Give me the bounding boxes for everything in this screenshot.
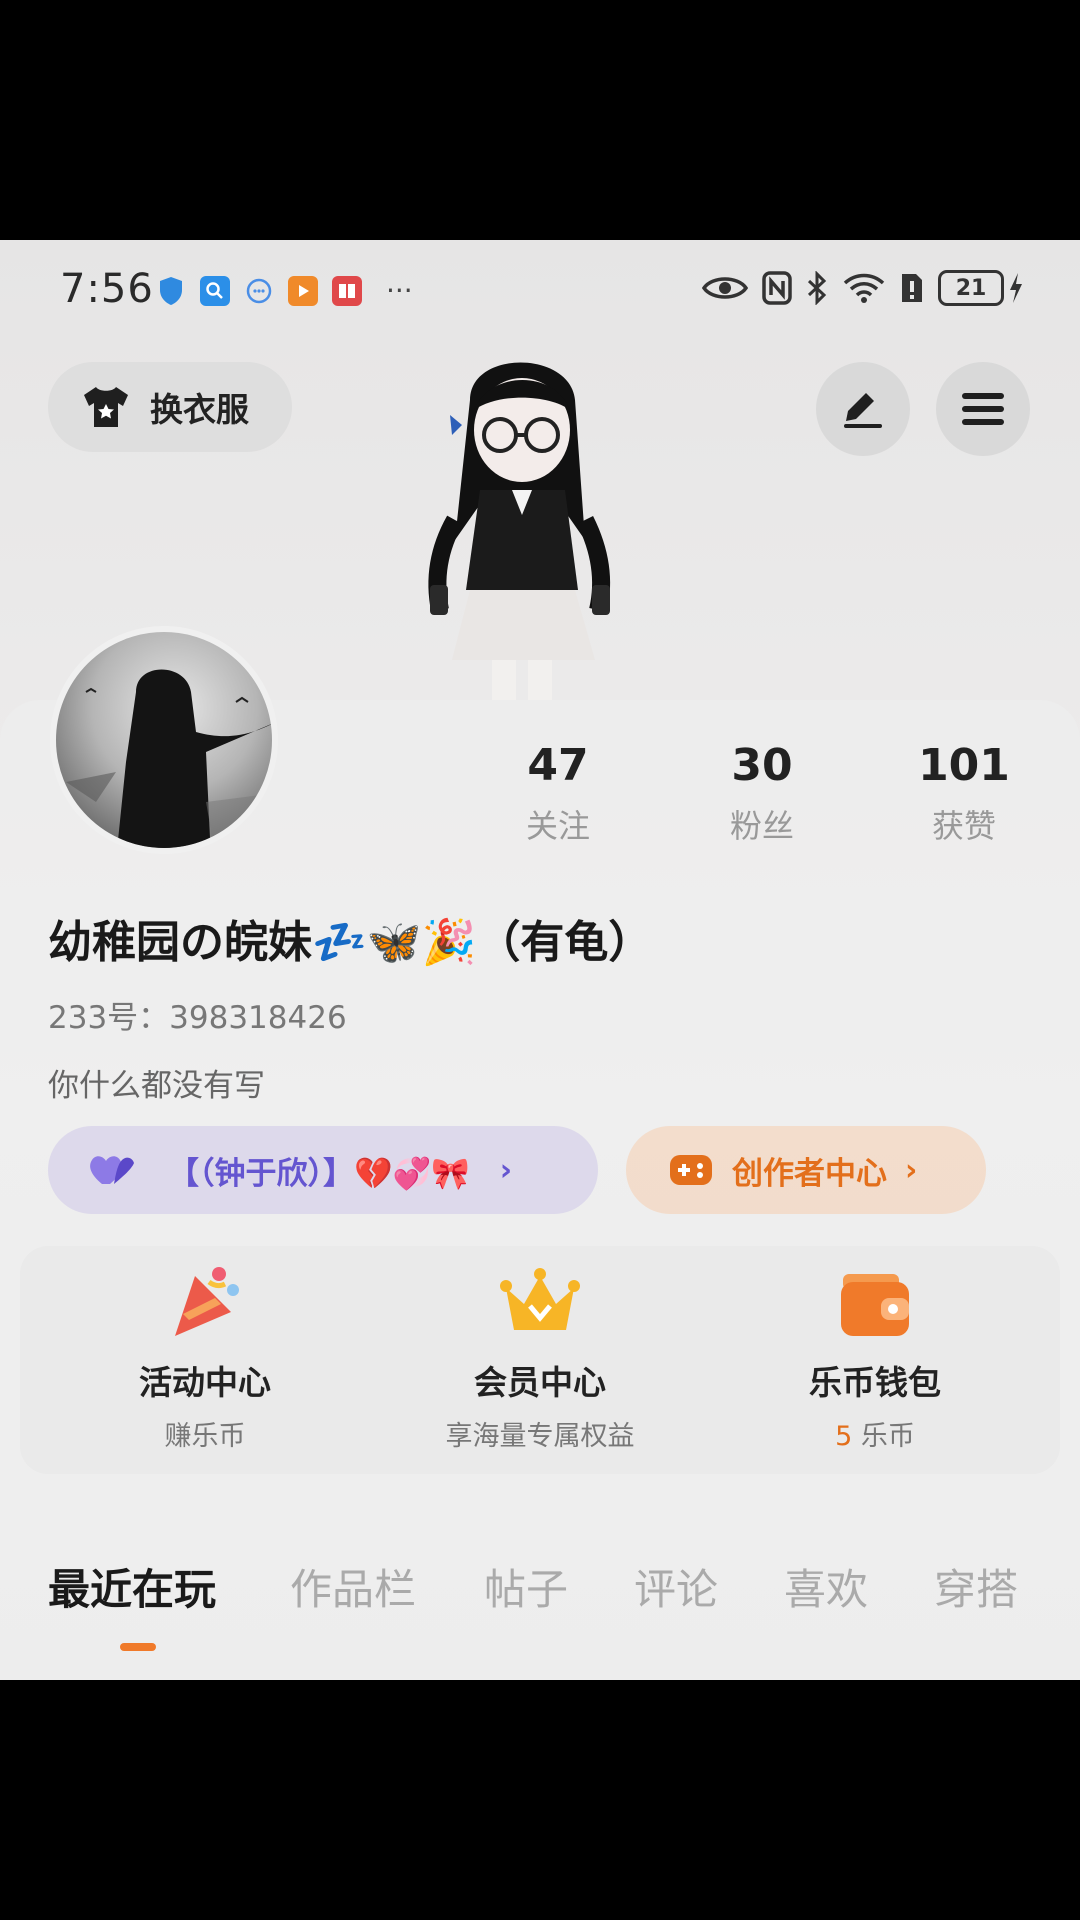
coin-amount: 5	[835, 1421, 853, 1452]
relationship-text: 【（钟于欣）】💔💞🎀	[168, 1155, 470, 1192]
charging-icon	[1010, 273, 1022, 303]
coin-unit: 乐币	[852, 1421, 915, 1452]
menu-button[interactable]	[936, 362, 1030, 456]
gamepad-icon	[670, 1155, 712, 1185]
feature-subtitle: 赚乐币	[164, 1421, 246, 1452]
stat-label: 获赞	[931, 807, 996, 845]
profile-nickname: 幼稚园の皖妹💤🦋🎉（有龟）	[48, 917, 653, 968]
creator-center-button[interactable]: 创作者中心 ›	[626, 1126, 986, 1214]
status-bar: 7:56 ··· 21	[0, 240, 1080, 340]
feature-title: 乐币钱包	[809, 1363, 941, 1402]
chat-app-icon	[244, 276, 274, 306]
notification-icons: ···	[156, 276, 413, 306]
stat-value: 47	[527, 740, 589, 791]
tab-likes[interactable]: 喜欢	[784, 1556, 868, 1617]
stat-likes[interactable]: 101 获赞	[884, 740, 1044, 847]
eye-icon	[702, 277, 748, 299]
stat-label: 粉丝	[729, 807, 794, 845]
double-heart-icon	[90, 1156, 134, 1184]
video-app-icon	[288, 276, 318, 306]
feature-title: 活动中心	[139, 1363, 271, 1402]
change-outfit-button[interactable]: 换衣服	[48, 362, 292, 452]
change-outfit-label: 换衣服	[150, 390, 249, 429]
tab-works[interactable]: 作品栏	[290, 1556, 416, 1617]
edit-profile-button[interactable]	[816, 362, 910, 456]
tab-comments[interactable]: 评论	[634, 1556, 718, 1617]
stat-value: 101	[918, 740, 1010, 791]
vip-center-button[interactable]: 会员中心 享海量专属权益	[375, 1246, 705, 1474]
tab-recently-played[interactable]: 最近在玩	[48, 1556, 216, 1617]
system-icons: 21	[702, 270, 1024, 306]
hamburger-menu-icon	[962, 393, 1004, 425]
wifi-icon	[843, 273, 885, 303]
active-tab-indicator	[120, 1643, 156, 1651]
bluetooth-icon	[807, 271, 827, 305]
more-notifications-icon: ···	[386, 274, 413, 307]
character-avatar-figure[interactable]	[400, 340, 640, 700]
creator-center-label: 创作者中心	[732, 1155, 887, 1192]
tab-outfits[interactable]: 穿搭	[934, 1556, 1018, 1617]
feature-grid: 活动中心 赚乐币 会员中心 享海量专属权益 乐币钱包 5 乐币	[20, 1246, 1060, 1474]
profile-avatar[interactable]	[50, 626, 278, 854]
search-app-icon	[200, 276, 230, 306]
stat-followers[interactable]: 30 粉丝	[682, 740, 842, 847]
nfc-icon	[762, 271, 792, 305]
battery-indicator: 21	[938, 270, 1024, 306]
shield-icon	[156, 276, 186, 306]
status-time: 7:56	[60, 266, 154, 312]
profile-uid[interactable]: 233号：398318426	[48, 992, 347, 1037]
feature-subtitle: 享海量专属权益	[445, 1421, 635, 1452]
edit-pen-icon	[844, 393, 882, 428]
profile-bio[interactable]: 你什么都没有写	[48, 1060, 265, 1105]
wallet-balance: 5 乐币	[710, 1414, 1040, 1453]
chevron-right-icon: ›	[905, 1152, 918, 1188]
feature-title: 会员中心	[474, 1363, 606, 1402]
sim-alert-icon	[902, 274, 922, 302]
tab-posts[interactable]: 帖子	[484, 1556, 568, 1617]
stat-value: 30	[731, 740, 793, 791]
app-screen: 7:56 ··· 21 换衣服 47 关注 30 粉丝 101 获赞 幼稚园の皖…	[0, 240, 1080, 1680]
profile-tabs: 最近在玩 作品栏 帖子 评论 喜欢 穿搭	[0, 1556, 1080, 1646]
book-app-icon	[332, 276, 362, 306]
shirt-icon	[84, 387, 128, 427]
activity-center-button[interactable]: 活动中心 赚乐币	[40, 1246, 370, 1474]
crown-icon	[500, 1268, 580, 1330]
relationship-badge-button[interactable]: 【（钟于欣）】💔💞🎀 ›	[48, 1126, 598, 1214]
stat-following[interactable]: 47 关注	[478, 740, 638, 847]
stat-label: 关注	[525, 807, 590, 845]
wallet-icon	[841, 1274, 909, 1336]
coin-wallet-button[interactable]: 乐币钱包 5 乐币	[710, 1246, 1040, 1474]
chevron-right-icon: ›	[499, 1152, 513, 1188]
party-popper-icon	[175, 1267, 239, 1336]
battery-level: 21	[938, 270, 1004, 306]
